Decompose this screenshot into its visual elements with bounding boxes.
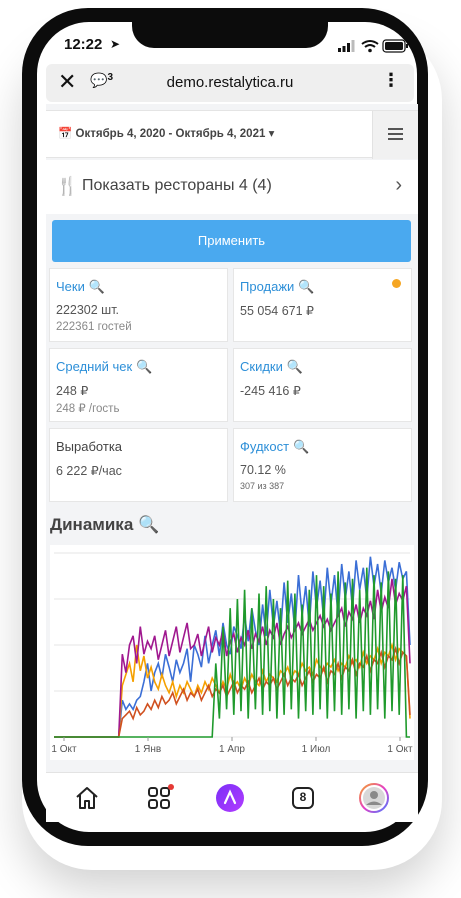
- cutlery-icon: 🍴: [56, 176, 79, 196]
- hamburger-icon-line: [388, 128, 403, 130]
- card-avg-check[interactable]: Средний чек 🔍 248 ₽ 248 ₽ /гость: [49, 348, 228, 422]
- card-foodcost[interactable]: Фудкост 🔍 70.12 % 307 из 387: [233, 428, 412, 502]
- wifi-icon: [361, 40, 379, 53]
- dynamics-title: Динамика 🔍: [50, 515, 160, 534]
- location-arrow-icon: ➤: [110, 37, 121, 51]
- card-output: Выработка 6 222 ₽/час: [49, 428, 228, 502]
- avatar: [359, 783, 389, 813]
- tabs-count: 8: [299, 790, 307, 804]
- chart-x-tick-label: 1 Окт: [51, 744, 77, 755]
- status-time: 12:22: [64, 36, 103, 53]
- card-foodcost-value: 70.12 %: [240, 463, 286, 477]
- card-checks[interactable]: Чеки 🔍 222302 шт. 222361 гостей: [49, 268, 228, 342]
- card-discounts-title: Скидки 🔍: [240, 359, 304, 374]
- card-foodcost-title: Фудкост 🔍: [240, 439, 310, 454]
- card-avg-check-per-guest: 248 ₽ /гость: [56, 403, 120, 415]
- card-discounts-value: -245 416 ₽: [240, 384, 301, 398]
- date-range-label: Октябрь 4, 2020 - Октябрь 4, 2021: [75, 128, 266, 140]
- services-button[interactable]: [144, 783, 174, 813]
- hamburger-menu-button[interactable]: [372, 111, 418, 159]
- card-foodcost-count: 307 из 387: [240, 481, 285, 491]
- chart-x-tick-label: 1 Янв: [135, 744, 161, 755]
- alice-assistant-icon: [216, 784, 244, 812]
- date-range-picker[interactable]: 📅 Октябрь 4, 2020 - Октябрь 4, 2021 ▾: [58, 126, 274, 140]
- browser-url-bar: ✕ 💬3 demo.restalytica.ru ⋮: [46, 64, 414, 102]
- card-avg-check-value: 248 ₽: [56, 384, 89, 398]
- dynamics-chart: 1 Окт 1 Янв 1 Апр 1 Июл 1 Окт: [50, 545, 414, 760]
- profile-button[interactable]: [359, 783, 389, 813]
- phone-notch: [132, 20, 328, 48]
- notification-dot: [168, 784, 174, 790]
- apply-button[interactable]: Применить: [52, 220, 411, 262]
- search-icon: 🔍: [88, 279, 106, 294]
- chart-x-tick-label: 1 Июл: [302, 744, 331, 755]
- date-filter-row: 📅 Октябрь 4, 2020 - Октябрь 4, 2021 ▾: [46, 110, 418, 159]
- chart-x-tick-label: 1 Апр: [219, 744, 245, 755]
- chart-series-line-4: [54, 567, 410, 738]
- status-icons: [338, 39, 408, 53]
- calendar-icon: 📅: [58, 128, 73, 140]
- hamburger-icon-line: [388, 133, 403, 135]
- card-checks-title: Чеки 🔍: [56, 279, 106, 294]
- search-icon: 🔍: [298, 279, 315, 294]
- status-dot: [392, 279, 401, 288]
- search-icon: 🔍: [293, 439, 310, 454]
- card-checks-value: 222302 шт.: [56, 303, 120, 317]
- caret-down-icon: ▾: [268, 128, 275, 140]
- url-text[interactable]: demo.restalytica.ru: [46, 74, 414, 91]
- more-vertical-icon[interactable]: ⋮: [382, 70, 400, 91]
- search-icon[interactable]: 🔍: [138, 515, 159, 534]
- search-icon: 🔍: [136, 359, 153, 374]
- card-discounts[interactable]: Скидки 🔍 -245 416 ₽: [233, 348, 412, 422]
- battery-icon: [382, 39, 408, 53]
- assistant-button[interactable]: [215, 783, 245, 813]
- card-checks-guests: 222361 гостей: [56, 321, 132, 333]
- card-avg-check-title: Средний чек 🔍: [56, 359, 153, 374]
- card-output-title: Выработка: [56, 439, 123, 454]
- signal-icon: [338, 40, 355, 52]
- home-icon: [76, 787, 98, 809]
- chevron-right-icon: ›: [395, 174, 402, 196]
- restaurants-label: Показать рестораны 4 (4): [82, 177, 272, 194]
- home-button[interactable]: [72, 783, 102, 813]
- tabs-button[interactable]: 8: [288, 783, 318, 813]
- dynamics-chart-svg: 1 Окт 1 Янв 1 Апр 1 Июл 1 Окт: [51, 552, 413, 755]
- restaurants-selector[interactable]: 🍴 Показать рестораны 4 (4) ›: [46, 160, 418, 214]
- hamburger-icon-line: [388, 138, 403, 140]
- bottom-navigation: 8: [46, 772, 418, 822]
- chart-x-tick-label: 1 Окт: [387, 744, 413, 755]
- card-sales[interactable]: Продажи 🔍 55 054 671 ₽: [233, 268, 412, 342]
- card-sales-title: Продажи 🔍: [240, 279, 315, 294]
- card-sales-value: 55 054 671 ₽: [240, 304, 314, 318]
- card-output-value: 6 222 ₽/час: [56, 464, 122, 478]
- search-icon: 🔍: [286, 359, 304, 374]
